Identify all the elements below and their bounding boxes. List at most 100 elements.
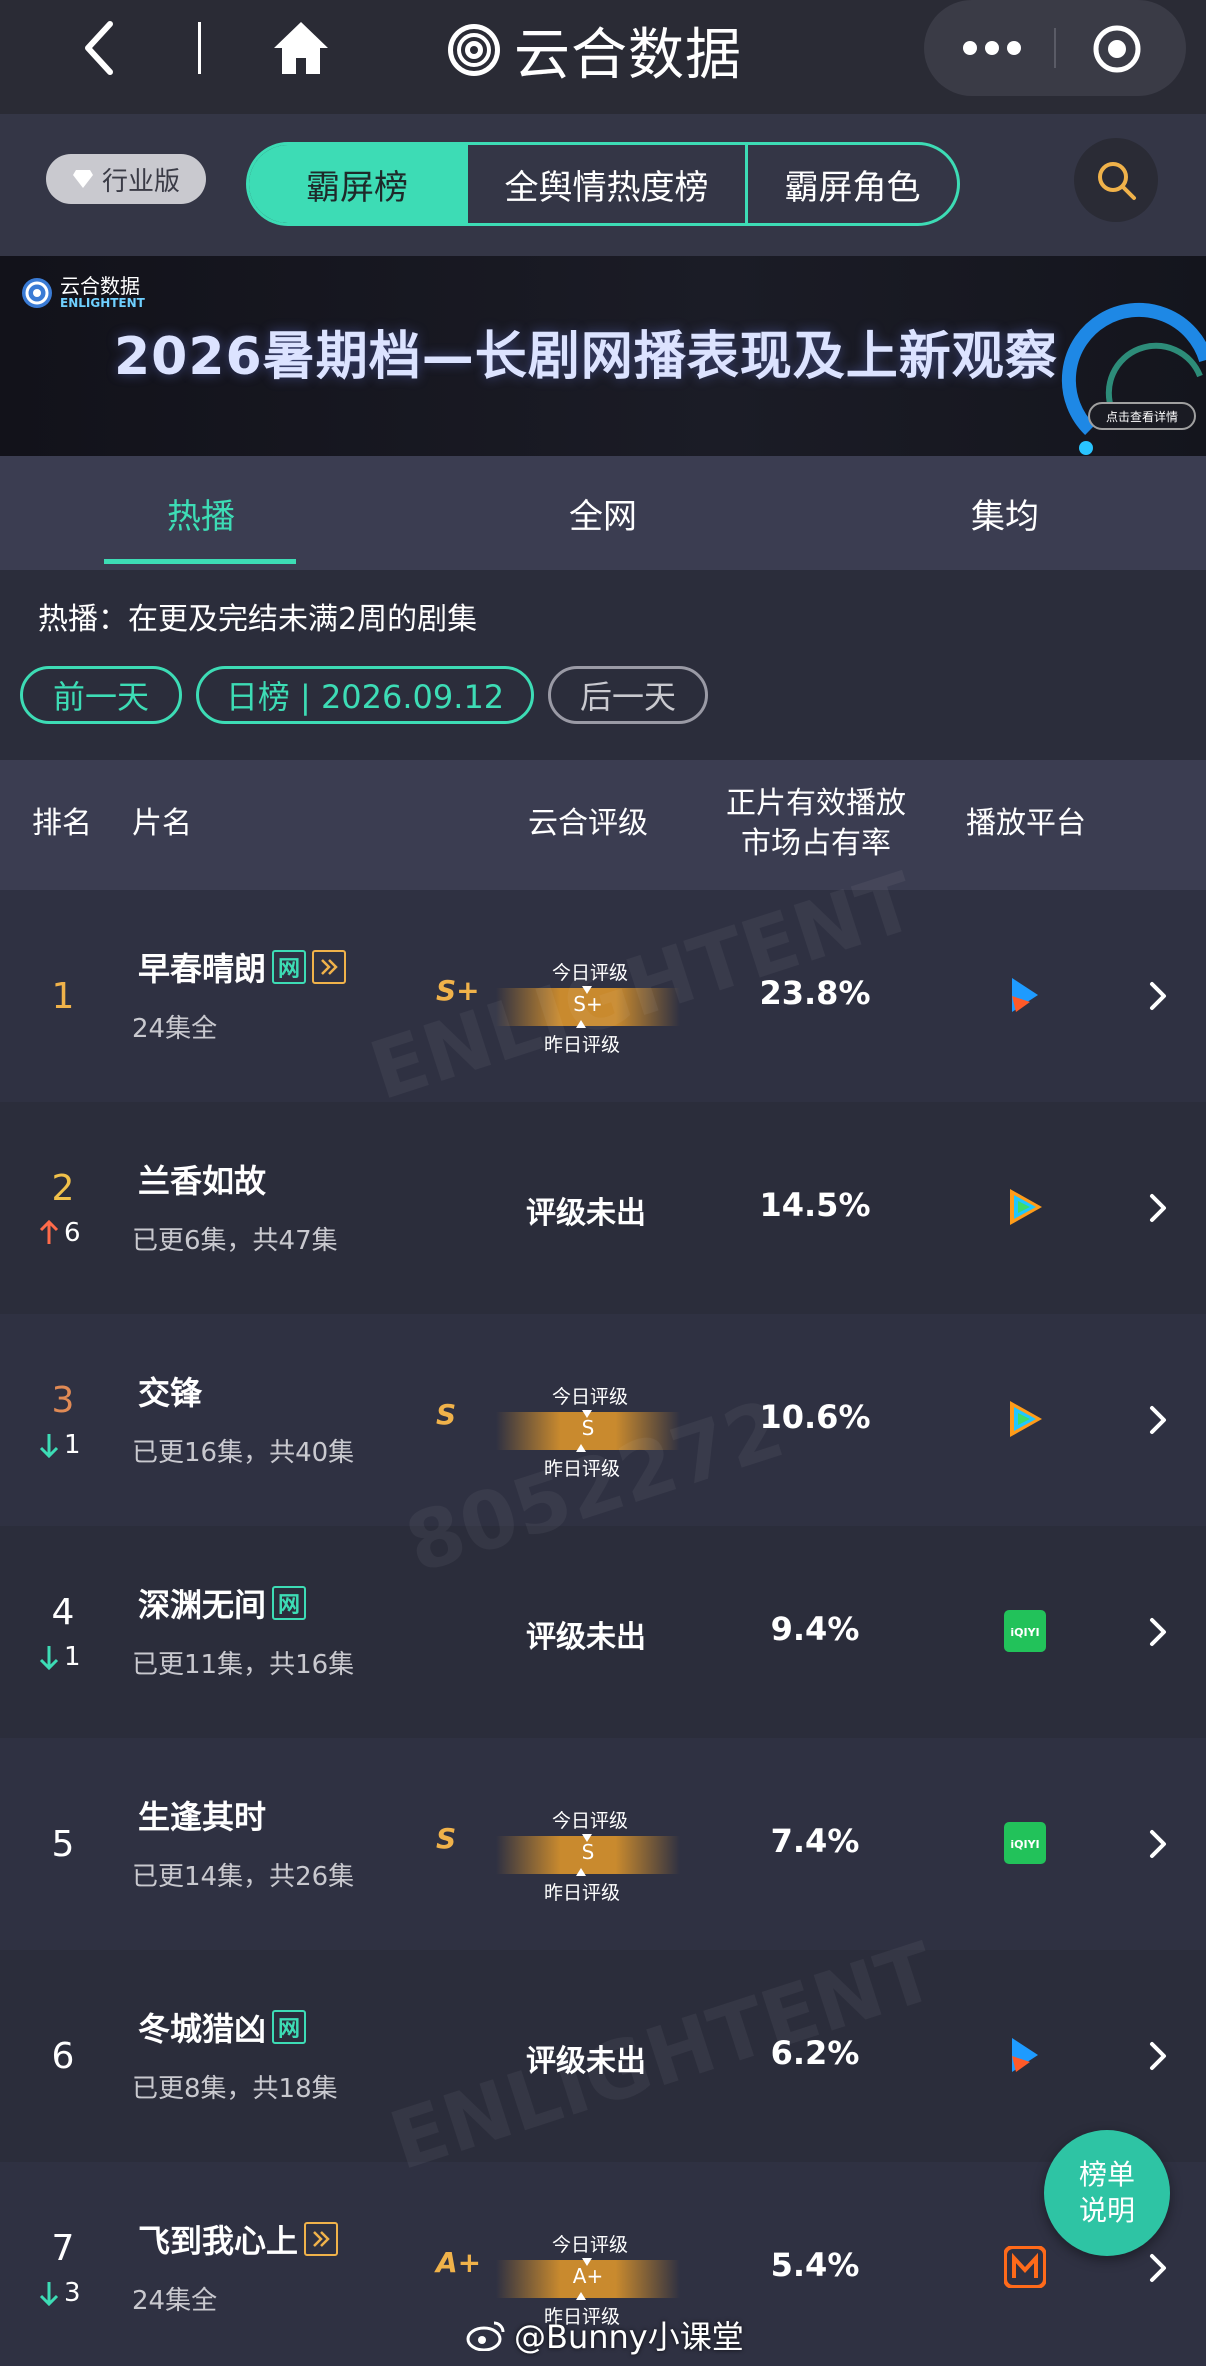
current-date-button[interactable]: 日榜 | 2026.09.12 — [196, 666, 534, 724]
series-name: 深渊无间 — [138, 1586, 267, 1624]
close-program-icon[interactable] — [1092, 24, 1142, 74]
float-line1: 榜单 — [1078, 2158, 1135, 2191]
grade-pending: 评级未出 — [526, 2044, 646, 2079]
episode-info: 24集全 — [132, 2286, 218, 2316]
series-title: 交锋 — [138, 1368, 202, 1414]
rank-change-value: 3 — [64, 2278, 81, 2308]
rank-number: 3 — [51, 1380, 75, 1421]
grade-pending: 评级未出 — [526, 1196, 646, 1231]
segment-dominance[interactable]: 霸屏榜 — [249, 145, 465, 223]
series-title: 早春晴朗网 — [138, 944, 347, 990]
series-title: 兰香如故 — [138, 1156, 266, 1202]
platform-tencent-icon — [1004, 1398, 1046, 1440]
episode-info: 已更6集，共47集 — [132, 1226, 338, 1256]
table-row[interactable]: 6 冬城猎凶网已更8集，共18集 评级未出 6.2% — [0, 1950, 1206, 2162]
play-badge-icon — [304, 2222, 339, 2256]
rank-number: 1 — [51, 976, 75, 1017]
banner-detail-button[interactable]: 点击查看详情 — [1088, 402, 1196, 430]
mini-program-capsule — [924, 0, 1186, 96]
episode-info: 已更11集，共16集 — [132, 1650, 355, 1680]
banner-logo: 云合数据 ENLIGHTENT — [20, 276, 145, 310]
platform-youku-icon — [1004, 2034, 1046, 2076]
episode-info: 已更14集，共26集 — [132, 1862, 355, 1892]
series-name: 飞到我心上 — [138, 2222, 299, 2260]
rank-change: 3 — [38, 2278, 81, 2308]
rank-number: 7 — [51, 2228, 75, 2269]
table-row[interactable]: 5 生逢其时 已更14集，共26集 S 今日评级 S 昨日评级 7.4% iQIYI — [0, 1738, 1206, 1950]
grade-bar: S — [496, 1834, 680, 1876]
chevron-right-icon[interactable] — [1148, 2040, 1168, 2072]
weibo-watermark: @Bunny小课堂 — [466, 2312, 744, 2358]
more-icon[interactable] — [962, 34, 1022, 62]
today-grade-label: 今日评级 — [552, 1810, 629, 1832]
series-name: 兰香如故 — [138, 1162, 267, 1200]
header-rank: 排名 — [32, 806, 92, 841]
ranking-description: 热播：在更及完结未满2周的剧集 — [38, 602, 478, 637]
platform-youku-icon — [1004, 974, 1046, 1016]
back-icon[interactable] — [80, 20, 120, 76]
table-row[interactable]: 3 1 交锋 已更16集，共40集 S 今日评级 S 昨日评级 10.6% — [0, 1314, 1206, 1526]
grade-letter: S+ — [436, 974, 480, 1007]
top-nav-bar: 云合数据 — [0, 0, 1206, 114]
series-name: 生逢其时 — [138, 1798, 267, 1836]
series-name: 早春晴朗 — [138, 950, 267, 988]
arrow-down-icon — [39, 1646, 59, 1670]
diamond-icon — [72, 170, 93, 188]
search-icon — [1098, 162, 1136, 200]
rank-number: 2 — [51, 1168, 75, 1209]
tab-hot[interactable]: 热播 — [0, 456, 402, 570]
header-grade: 云合评级 — [528, 806, 648, 841]
search-button[interactable] — [1074, 138, 1158, 222]
arrow-down-icon — [39, 2282, 59, 2306]
arrow-up-icon — [39, 1220, 59, 1244]
table-row[interactable]: 2 6 兰香如故已更6集，共47集 评级未出 14.5% — [0, 1102, 1206, 1314]
platform-iqiyi-icon: iQIYI — [1004, 1610, 1046, 1652]
grade-bar: S — [496, 1410, 680, 1452]
rank-number: 4 — [51, 1592, 75, 1633]
episode-info: 已更16集，共40集 — [132, 1438, 355, 1468]
rank-change-value: 6 — [64, 1218, 81, 1248]
chevron-right-icon[interactable] — [1148, 2252, 1168, 2284]
rank-number: 5 — [51, 1824, 75, 1865]
chevron-right-icon[interactable] — [1148, 1192, 1168, 1224]
series-title: 生逢其时 — [138, 1792, 266, 1838]
chevron-right-icon[interactable] — [1148, 980, 1168, 1012]
tab-per-episode[interactable]: 集均 — [804, 456, 1206, 570]
float-line2: 说明 — [1078, 2194, 1135, 2227]
svg-text:iQIYI: iQIYI — [1010, 1838, 1039, 1851]
chevron-right-icon[interactable] — [1148, 1404, 1168, 1436]
table-row[interactable]: 1 早春晴朗网 24集全 S+ 今日评级 S+ 昨日评级 23.8% — [0, 890, 1206, 1102]
arrow-down-icon — [39, 1434, 59, 1458]
brand: 云合数据 — [446, 14, 742, 88]
grade-letter: S — [436, 1398, 457, 1431]
platform-iqiyi-icon: iQIYI — [1004, 1822, 1046, 1864]
banner-title: 2026暑期档—长剧网播表现及上新观察 — [114, 327, 1058, 387]
market-share: 9.4% — [770, 1610, 860, 1648]
web-series-badge: 网 — [272, 950, 307, 984]
market-share: 6.2% — [770, 2034, 860, 2072]
yesterday-grade-label: 昨日评级 — [544, 1882, 621, 1904]
next-day-button[interactable]: 后一天 — [548, 666, 708, 724]
prev-day-button[interactable]: 前一天 — [20, 666, 182, 724]
segment-sentiment-heat[interactable]: 全舆情热度榜 — [465, 145, 745, 223]
today-grade-label: 今日评级 — [552, 1386, 629, 1408]
segment-dominant-roles[interactable]: 霸屏角色 — [745, 145, 957, 223]
ranking-explanation-button[interactable]: 榜单 说明 — [1044, 2130, 1170, 2256]
chevron-right-icon[interactable] — [1148, 1616, 1168, 1648]
grade-bar: A+ — [496, 2258, 680, 2300]
market-share: 5.4% — [770, 2246, 860, 2284]
series-name: 交锋 — [138, 1374, 203, 1412]
grade-bar-text: S — [581, 1840, 595, 1864]
table-row[interactable]: 4 1 深渊无间网已更11集，共16集 评级未出 9.4% iQIYI — [0, 1526, 1206, 1738]
rank-change: 1 — [38, 1430, 81, 1460]
chevron-right-icon[interactable] — [1148, 1828, 1168, 1860]
home-icon[interactable] — [272, 20, 330, 76]
industry-label: 行业版 — [101, 166, 180, 197]
weibo-icon — [466, 2321, 505, 2351]
industry-edition-badge[interactable]: 行业版 — [46, 154, 206, 204]
tab-all-network[interactable]: 全网 — [402, 456, 804, 570]
promo-banner[interactable]: 云合数据 ENLIGHTENT 2026暑期档—长剧网播表现及上新观察 点击查看… — [0, 256, 1206, 456]
market-share: 14.5% — [759, 1186, 871, 1224]
brand-name: 云合数据 — [514, 22, 742, 88]
yesterday-marker — [576, 2292, 586, 2300]
